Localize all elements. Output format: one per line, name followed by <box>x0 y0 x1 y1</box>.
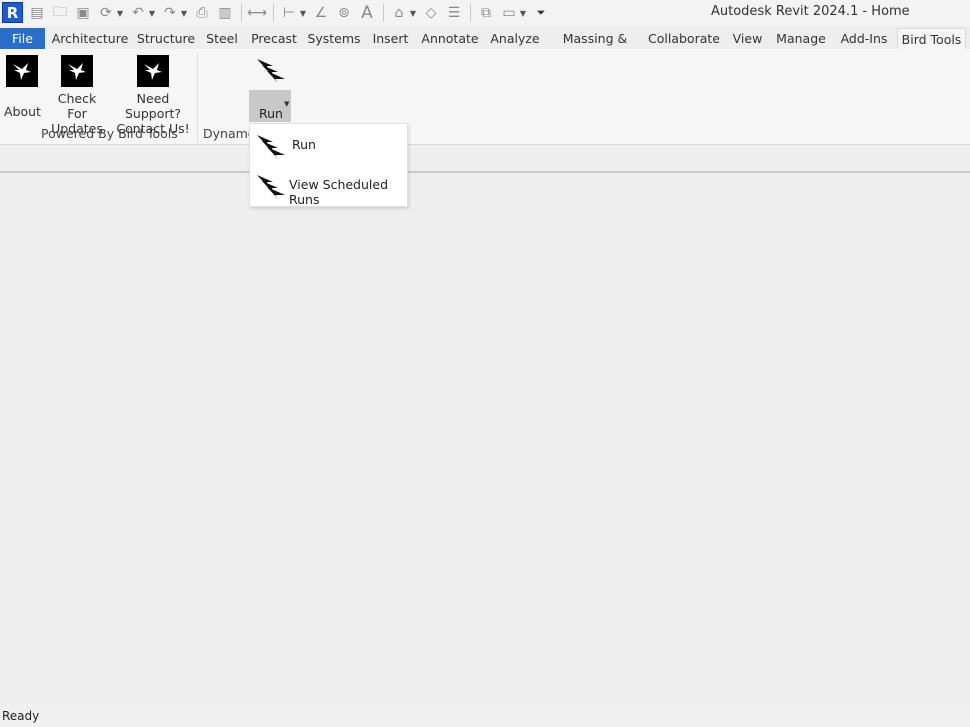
window-title: Autodesk Revit 2024.1 - Home <box>711 4 910 19</box>
menu-item-run-label: Run <box>292 137 316 152</box>
menu-item-view-scheduled-runs[interactable]: View Scheduled Runs <box>250 167 407 207</box>
section-icon[interactable]: ◇ <box>422 4 440 22</box>
tab-insert[interactable]: Insert <box>369 28 412 49</box>
tab-view[interactable]: View <box>729 28 766 49</box>
panel-title-dynamo: Dynamo <box>203 126 256 141</box>
tab-structure[interactable]: Structure <box>135 28 197 49</box>
run-icon-large[interactable] <box>254 57 288 87</box>
dimension-dropdown-icon[interactable]: ▼ <box>299 4 307 22</box>
panel-separator <box>197 53 198 143</box>
default-3d-view-icon[interactable]: ⌂ <box>390 4 408 22</box>
about-button[interactable]: About <box>4 55 41 119</box>
tab-manage[interactable]: Manage <box>774 28 828 49</box>
recent-files-icon[interactable]: ▤ <box>28 4 46 22</box>
tab-steel[interactable]: Steel <box>202 28 242 49</box>
tab-analyze[interactable]: Analyze <box>489 28 541 49</box>
toolbar-separator <box>383 4 384 22</box>
about-label: About <box>4 104 41 119</box>
measure-icon[interactable]: ⟷ <box>247 4 267 22</box>
tab-massing-site[interactable]: Massing & Site <box>550 28 640 67</box>
close-inactive-views-icon[interactable]: ⧉ <box>477 4 495 22</box>
sync-dropdown-icon[interactable]: ▼ <box>116 4 124 22</box>
menu-item-run[interactable]: Run <box>250 127 407 163</box>
need-support-button[interactable]: Need Support? Contact Us! <box>112 55 194 136</box>
redo-icon[interactable]: ↷ <box>161 4 179 22</box>
check-updates-line1: Check <box>57 91 97 106</box>
hummingbird-icon <box>137 55 169 87</box>
run-label: Run <box>259 106 283 121</box>
spot-elevation-icon[interactable]: ∠ <box>312 4 330 22</box>
run-arrows-icon <box>257 175 285 199</box>
revit-logo-icon[interactable]: R <box>2 2 23 23</box>
menu-item-view-scheduled-runs-label: View Scheduled Runs <box>289 177 389 207</box>
hummingbird-icon <box>6 55 38 87</box>
tab-bird-tools[interactable]: Bird Tools <box>897 28 966 49</box>
save-icon[interactable]: ▣ <box>74 4 92 22</box>
quick-access-toolbar: ▤ 🗀 ▣ ⟳ ▼ ↶ ▼ ↷ ▼ ⎙ ▥ ⟷ ⊢ ▼ ∠ ⊚ A ⌂ ▼ ◇ ☰ ⧉ ▭… <box>28 3 555 23</box>
tab-architecture[interactable]: Architecture <box>50 28 130 49</box>
hummingbird-icon <box>61 55 93 87</box>
thin-lines-icon[interactable]: ☰ <box>445 4 463 22</box>
tab-systems[interactable]: Systems <box>307 28 361 49</box>
aligned-dimension-icon[interactable]: ⊢ <box>280 4 298 22</box>
status-text: Ready <box>2 709 40 723</box>
switch-windows-icon[interactable]: ▭ <box>500 4 518 22</box>
chevron-down-icon[interactable]: ▼ <box>284 100 289 108</box>
undo-icon[interactable]: ↶ <box>129 4 147 22</box>
title-bar: R ▤ 🗀 ▣ ⟳ ▼ ↶ ▼ ↷ ▼ ⎙ ▥ ⟷ ⊢ ▼ ∠ ⊚ A ⌂ ▼ ◇ ☰ ⧉… <box>0 0 970 26</box>
run-arrows-icon <box>257 135 285 159</box>
status-bar: Ready <box>0 704 970 727</box>
check-for-updates-button[interactable]: Check For Updates <box>44 55 110 136</box>
toolbar-separator <box>241 4 242 22</box>
customize-qat-icon[interactable]: ⏷ <box>532 4 550 22</box>
tab-collaborate[interactable]: Collaborate <box>648 28 720 49</box>
toolbar-separator <box>470 4 471 22</box>
switch-windows-dropdown-icon[interactable]: ▼ <box>519 4 527 22</box>
tab-annotate[interactable]: Annotate <box>419 28 481 49</box>
run-dropdown-menu: Run View Scheduled Runs <box>249 123 408 207</box>
print-preview-icon[interactable]: ▥ <box>216 4 234 22</box>
print-icon[interactable]: ⎙ <box>193 4 211 22</box>
open-icon[interactable]: 🗀 <box>51 4 69 22</box>
panel-title-bird-tools: Powered By Bird Tools <box>41 126 178 141</box>
3d-view-dropdown-icon[interactable]: ▼ <box>409 4 417 22</box>
sync-icon[interactable]: ⟳ <box>97 4 115 22</box>
run-arrows-icon <box>257 59 285 83</box>
undo-dropdown-icon[interactable]: ▼ <box>148 4 156 22</box>
ribbon-panel: About Check For Updates Need Support? Co… <box>0 49 970 145</box>
run-split-button[interactable]: Run ▼ <box>249 90 291 122</box>
tab-precast[interactable]: Precast <box>250 28 298 49</box>
toolbar-separator <box>273 4 274 22</box>
tab-add-ins[interactable]: Add-Ins <box>836 28 892 49</box>
support-line1: Need Support? <box>124 91 182 121</box>
tag-icon[interactable]: ⊚ <box>335 4 353 22</box>
options-bar <box>0 145 970 173</box>
ribbon-tab-bar: File Architecture Structure Steel Precas… <box>0 28 970 67</box>
tab-file[interactable]: File <box>0 28 45 49</box>
redo-dropdown-icon[interactable]: ▼ <box>180 4 188 22</box>
text-icon[interactable]: A <box>358 3 376 23</box>
